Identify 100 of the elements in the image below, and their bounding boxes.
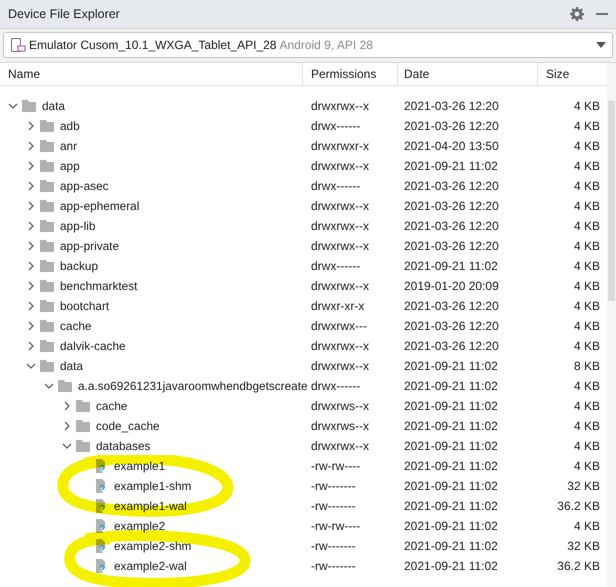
unknown-file-icon — [94, 559, 108, 573]
file-name[interactable]: example2-shm — [114, 539, 192, 553]
size-text: 4 KB — [574, 299, 600, 313]
folder-icon — [40, 160, 54, 172]
column-header[interactable]: Permissions — [303, 63, 398, 85]
date-text: 2021-09-21 11:02 — [404, 479, 498, 493]
permissions-text: drwxrwx--x — [311, 359, 369, 373]
folder-icon — [40, 260, 54, 272]
folder-icon — [22, 100, 36, 112]
size-text: 32 KB — [567, 539, 600, 553]
chevron-right-icon[interactable] — [26, 161, 36, 171]
size-text: 4 KB — [574, 379, 600, 393]
column-header[interactable]: Date — [398, 63, 538, 85]
folder-name[interactable]: app — [60, 159, 80, 173]
permissions-text: drwxrwx--x — [311, 219, 369, 233]
folder-name[interactable]: benchmarktest — [60, 279, 138, 293]
chevron-right-icon[interactable] — [26, 201, 36, 211]
folder-name[interactable]: databases — [96, 439, 150, 453]
unknown-file-icon — [94, 479, 108, 493]
size-text: 4 KB — [574, 419, 600, 433]
chevron-right-icon[interactable] — [26, 261, 36, 271]
permissions-text: -rw-rw---- — [311, 519, 360, 533]
folder-name[interactable]: data — [60, 359, 83, 373]
date-text: 2021-09-21 11:02 — [404, 159, 498, 173]
folder-name[interactable]: a.a.so69261231javaroomwhendbgetscreate — [78, 379, 308, 393]
folder-name[interactable]: app-lib — [60, 219, 96, 233]
chevron-right-icon[interactable] — [26, 321, 36, 331]
date-text: 2021-09-21 11:02 — [404, 379, 498, 393]
scrollbar[interactable] — [607, 63, 616, 587]
folder-name[interactable]: code_cache — [96, 419, 160, 433]
folder-icon — [40, 300, 54, 312]
permissions-text: drwxrwx--x — [311, 99, 369, 113]
chevron-right-icon[interactable] — [26, 281, 36, 291]
chevron-down-icon[interactable] — [8, 101, 18, 111]
date-text: 2021-09-21 11:02 — [404, 359, 498, 373]
date-text: 2021-09-21 11:02 — [404, 439, 498, 453]
scrollbar-thumb[interactable] — [608, 101, 615, 301]
folder-name[interactable]: dalvik-cache — [60, 339, 126, 353]
folder-name[interactable]: adb — [60, 119, 80, 133]
size-text: 4 KB — [574, 259, 600, 273]
file-name[interactable]: example2 — [114, 519, 166, 533]
date-text: 2021-03-26 12:20 — [404, 199, 499, 213]
device-icon — [10, 37, 26, 53]
date-text: 2021-03-26 12:20 — [404, 99, 499, 113]
caret-icon — [596, 42, 606, 48]
folder-name[interactable]: app-asec — [60, 179, 109, 193]
folder-icon — [40, 360, 54, 372]
permissions-text: drwxrws--x — [311, 419, 369, 433]
permissions-text: drwxrwx--x — [311, 159, 369, 173]
chevron-down-icon[interactable] — [26, 361, 36, 371]
file-name[interactable]: example1-shm — [114, 479, 192, 493]
chevron-right-icon[interactable] — [26, 221, 36, 231]
permissions-text: drwxrwx--x — [311, 279, 369, 293]
date-text: 2021-09-21 11:02 — [404, 459, 498, 473]
chevron-right-icon[interactable] — [26, 341, 36, 351]
size-text: 4 KB — [574, 459, 600, 473]
permissions-text: drwxrws--x — [311, 399, 369, 413]
chevron-right-icon[interactable] — [26, 241, 36, 251]
permissions-text: drwxrwx--x — [311, 239, 369, 253]
settings-icon[interactable] — [570, 7, 584, 21]
folder-name[interactable]: anr — [60, 139, 78, 153]
chevron-right-icon[interactable] — [26, 301, 36, 311]
device-dropdown[interactable]: Emulator Cusom_10.1_WXGA_Tablet_API_28 Android 9, API 28 — [3, 32, 613, 58]
size-text: 4 KB — [574, 199, 600, 213]
chevron-down-icon[interactable] — [44, 381, 54, 391]
permissions-text: -rw------- — [311, 499, 356, 513]
folder-name[interactable]: bootchart — [60, 299, 110, 313]
folder-name[interactable]: backup — [60, 259, 98, 273]
folder-name[interactable]: app-ephemeral — [60, 199, 140, 213]
permissions-text: -rw------- — [311, 479, 356, 493]
size-text: 32 KB — [567, 479, 600, 493]
size-text: 36.2 KB — [557, 499, 600, 513]
chevron-right-icon[interactable] — [62, 421, 72, 431]
column-header[interactable]: Size — [538, 63, 600, 85]
chevron-right-icon[interactable] — [26, 141, 36, 151]
permissions-text: drwxrwx--x — [311, 339, 369, 353]
column-header[interactable]: Name — [0, 63, 303, 85]
folder-name[interactable]: app-private — [60, 239, 120, 253]
permissions-text: -rw-rw---- — [311, 459, 360, 473]
size-text: 4 KB — [574, 219, 600, 233]
folder-icon — [40, 240, 54, 252]
file-name[interactable]: example2-wal — [114, 559, 187, 573]
chevron-down-icon[interactable] — [62, 441, 72, 451]
size-text: 4 KB — [574, 179, 600, 193]
chevron-right-icon[interactable] — [26, 181, 36, 191]
date-text: 2021-09-21 11:02 — [404, 519, 498, 533]
chevron-right-icon[interactable] — [26, 121, 36, 131]
size-text: 4 KB — [574, 339, 600, 353]
size-text: 4 KB — [574, 399, 600, 413]
date-text: 2021-03-26 12:20 — [404, 339, 499, 353]
permissions-text: drwxr-xr-x — [311, 299, 364, 313]
folder-icon — [40, 120, 54, 132]
folder-name[interactable]: data — [42, 99, 65, 113]
chevron-right-icon[interactable] — [62, 401, 72, 411]
size-text: 4 KB — [574, 159, 600, 173]
folder-name[interactable]: cache — [60, 319, 92, 333]
folder-icon — [40, 340, 54, 352]
window-title: Device File Explorer — [8, 7, 121, 21]
folder-name[interactable]: cache — [96, 399, 128, 413]
date-text: 2021-03-26 12:20 — [404, 319, 499, 333]
